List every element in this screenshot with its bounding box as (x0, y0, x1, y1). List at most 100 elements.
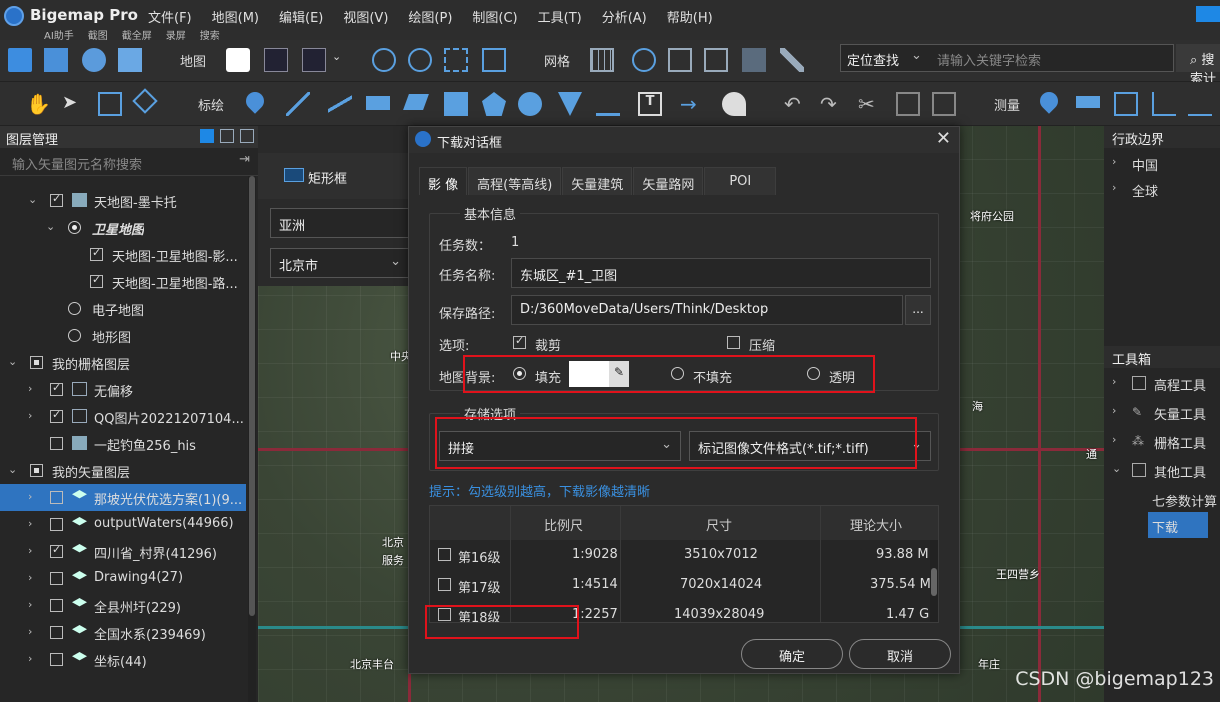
text-underline-icon[interactable] (596, 92, 620, 116)
parallelogram-icon[interactable] (403, 94, 429, 110)
layer-item[interactable]: › outputWaters(44966) (0, 511, 246, 538)
toolbox-elevation-tools[interactable]: › 高程工具 (1104, 370, 1220, 396)
chevron-right-icon[interactable]: › (28, 652, 32, 665)
ok-button[interactable]: 确定 (741, 639, 843, 669)
restore-icon[interactable] (220, 129, 234, 143)
map-layer-icon[interactable] (302, 48, 326, 72)
layer-radio[interactable] (68, 221, 81, 234)
layer-checkbox[interactable] (30, 464, 43, 477)
layer-item-selected[interactable]: › 那坡光伏优选方案(1)(9... (0, 484, 246, 511)
menu-file[interactable]: 文件(F) (138, 7, 202, 26)
toolbox-raster-tools[interactable]: › ⁂ 栅格工具 (1104, 428, 1220, 454)
globe-grid-icon[interactable] (632, 48, 656, 72)
circle-icon[interactable] (518, 92, 542, 116)
nm-grid-icon[interactable] (704, 48, 728, 72)
search-button[interactable]: ⌕ 搜索计算 (1176, 44, 1220, 106)
line-icon[interactable] (286, 92, 310, 116)
search-icon[interactable] (200, 129, 214, 143)
level-checkbox[interactable] (438, 578, 451, 591)
chevron-right-icon[interactable]: › (28, 517, 32, 530)
chevron-down-icon[interactable]: ⌄ (28, 193, 37, 206)
cut-icon[interactable]: ✂ (858, 92, 882, 116)
rectangle-icon[interactable] (284, 168, 304, 182)
layer-checkbox[interactable] (30, 356, 43, 369)
city-select[interactable]: 北京市 ⌄ (270, 248, 410, 278)
menu-view[interactable]: 视图(V) (333, 7, 398, 26)
fit-view-icon[interactable] (482, 48, 506, 72)
chevron-right-icon[interactable]: › (1112, 433, 1116, 446)
menu-help[interactable]: 帮助(H) (657, 7, 723, 26)
satellite-map-icon[interactable] (264, 48, 288, 72)
tab-vector-building[interactable]: 矢量建筑 (562, 167, 633, 195)
layer-checkbox[interactable] (50, 599, 63, 612)
chevron-down-icon[interactable]: ⌄ (1112, 462, 1121, 475)
measure-distance-icon[interactable] (1076, 96, 1100, 108)
collapse-icon[interactable]: ⇥ (239, 152, 250, 167)
measure-point-icon[interactable] (1036, 88, 1062, 114)
close-icon[interactable]: ✕ (936, 128, 951, 149)
curved-arrow-icon[interactable] (722, 92, 746, 116)
undo-icon[interactable]: ↶ (784, 92, 808, 116)
table-row[interactable]: 第16级 1:9028 3510x7012 93.88 M (430, 540, 932, 570)
tab-poi[interactable]: POI (704, 167, 777, 195)
chevron-down-icon[interactable]: ⌄ (332, 50, 341, 63)
menu-cartography[interactable]: 制图(C) (462, 7, 527, 26)
rectangle-select-label[interactable]: 矩形框 (308, 168, 347, 187)
measure-slope-icon[interactable] (1188, 92, 1212, 116)
folder-icon[interactable] (742, 48, 766, 72)
locate-select[interactable]: 定位查找 (847, 50, 899, 69)
layer-item[interactable]: › 全国水系(239469) (0, 619, 246, 646)
toolbox-other-tools[interactable]: ⌄ 其他工具 (1104, 457, 1220, 483)
chevron-right-icon[interactable]: › (1112, 404, 1116, 417)
placemark-icon[interactable] (242, 88, 268, 114)
copy-icon[interactable] (896, 92, 920, 116)
layer-item[interactable]: › 全县州圩(229) (0, 592, 246, 619)
menu-edit[interactable]: 编辑(E) (269, 7, 333, 26)
layer-panel-scrollbar[interactable] (248, 176, 256, 702)
rectangle-icon[interactable] (366, 96, 390, 110)
layer-checkbox[interactable] (90, 273, 103, 288)
search-input[interactable]: 请输入关键字检索 (937, 50, 1041, 69)
layer-item[interactable]: 电子地图 (0, 295, 246, 322)
layer-checkbox[interactable] (90, 246, 103, 261)
menu-map[interactable]: 地图(M) (202, 7, 269, 26)
locate-search-combo[interactable]: 定位查找 ⌄ 请输入关键字检索 (840, 44, 1174, 72)
layer-item[interactable]: 天地图-卫星地图-影... (0, 241, 246, 268)
chevron-down-icon[interactable]: ⌄ (8, 355, 17, 368)
menu-draw[interactable]: 绘图(P) (398, 7, 462, 26)
layer-item[interactable]: › Drawing4(27) (0, 565, 246, 592)
zoom-in-icon[interactable] (372, 48, 396, 72)
chevron-right-icon[interactable]: › (1112, 155, 1116, 168)
text-box-icon[interactable]: T (638, 92, 662, 116)
layer-checkbox[interactable] (50, 572, 63, 585)
admin-item-china[interactable]: › 中国 (1104, 150, 1220, 176)
layer-item[interactable]: › 四川省_村界(41296) (0, 538, 246, 565)
save-icon[interactable] (44, 48, 68, 72)
grid-icon[interactable] (590, 48, 614, 72)
toolbox-download[interactable]: 下载 (1148, 512, 1208, 538)
open-folder-icon[interactable] (8, 48, 32, 72)
pentagon-icon[interactable] (482, 92, 506, 116)
select-image-icon[interactable] (98, 92, 122, 116)
redo-icon[interactable]: ↷ (820, 92, 844, 116)
layer-item[interactable]: 天地图-卫星地图-路... (0, 268, 246, 295)
layer-checkbox[interactable] (50, 491, 63, 504)
table-scrollbar[interactable] (930, 540, 938, 622)
menu-analysis[interactable]: 分析(A) (592, 7, 657, 26)
cancel-button[interactable]: 取消 (849, 639, 951, 669)
measure-area-icon[interactable] (1114, 92, 1138, 116)
tab-imagery[interactable]: 影 像 (419, 167, 468, 195)
chevron-right-icon[interactable]: › (28, 409, 32, 422)
task-name-input[interactable]: 东城区_#1_卫图 (511, 258, 931, 288)
window-close-button[interactable] (1196, 6, 1220, 22)
chevron-right-icon[interactable]: › (1112, 181, 1116, 194)
chevron-down-icon[interactable]: ⌄ (46, 220, 55, 233)
chevron-right-icon[interactable]: › (28, 598, 32, 611)
chevron-right-icon[interactable]: › (28, 571, 32, 584)
layer-checkbox[interactable] (50, 192, 63, 207)
triangle-icon[interactable] (558, 92, 582, 116)
close-icon[interactable] (240, 129, 254, 143)
layer-item[interactable]: 地形图 (0, 322, 246, 349)
pointer-icon[interactable]: ➤ (62, 92, 86, 116)
chevron-right-icon[interactable]: › (28, 490, 32, 503)
